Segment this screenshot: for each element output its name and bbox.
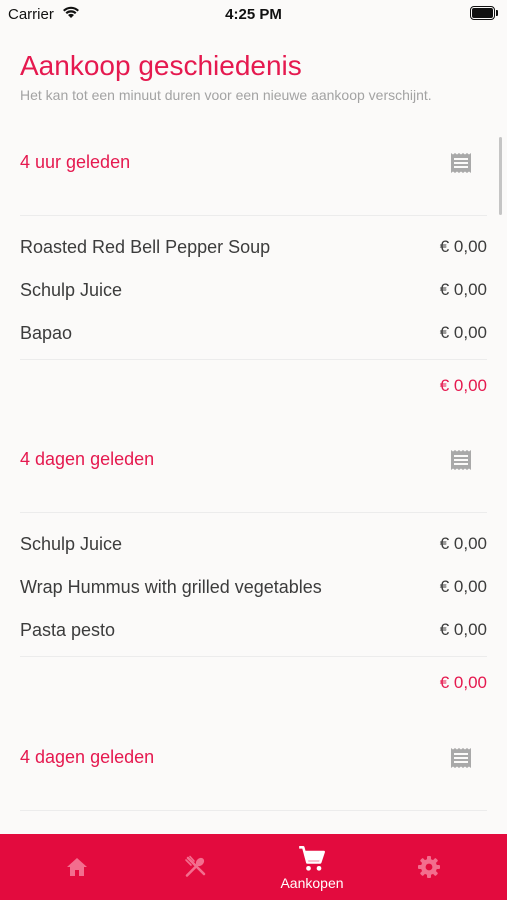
status-bar: Carrier 4:25 PM (0, 0, 507, 28)
purchase-date: 4 dagen geleden (20, 747, 155, 767)
receipt-icon[interactable] (449, 448, 473, 472)
item-name: Pasta pesto (20, 620, 116, 640)
utensils-icon (185, 855, 206, 877)
item-price: € 0,00 (439, 280, 487, 299)
item-price: € 0,00 (439, 323, 487, 342)
cart-icon (299, 846, 325, 871)
total-price: € 0,00 (439, 673, 487, 692)
scroll-indicator[interactable] (499, 137, 502, 215)
item-name: Wrap Hummus with grilled vegetables (20, 577, 322, 597)
purchase-date: 4 dagen geleden (20, 449, 155, 469)
purchase-total-row: € 0,00 (20, 656, 487, 709)
purchase-item-row: Schulp Juice € 0,00 (20, 267, 487, 310)
receipt-icon[interactable] (449, 746, 473, 770)
tab-aankopen[interactable]: Aankopen (249, 834, 375, 900)
purchase-date: 4 uur geleden (20, 152, 131, 172)
purchase-item-row: Bapao € 0,00 (20, 310, 487, 353)
page-title: Aankoop geschiedenis (20, 50, 302, 81)
gear-icon (418, 856, 440, 878)
purchase-group-header: 4 dagen geleden (20, 436, 487, 513)
receipt-icon[interactable] (449, 151, 473, 175)
tab-menu[interactable] (132, 834, 258, 900)
total-price: € 0,00 (439, 376, 487, 395)
item-price: € 0,00 (439, 620, 487, 639)
purchase-total-row: € 0,00 (20, 359, 487, 412)
item-price: € 0,00 (439, 577, 487, 596)
item-name: Schulp Juice (20, 534, 123, 554)
purchase-group-header: 4 uur geleden (20, 139, 487, 216)
purchase-item-row: Pasta pesto € 0,00 (20, 607, 487, 650)
purchase-group-header: 4 dagen geleden (20, 734, 487, 811)
purchase-item-row: Wrap Hummus with grilled vegetables € 0,… (20, 564, 487, 607)
purchase-item-row: Roasted Red Bell Pepper Soup € 0,00 (20, 224, 487, 267)
item-price: € 0,00 (439, 237, 487, 256)
item-name: Bapao (20, 323, 73, 343)
page-subtitle: Het kan tot een minuut duren voor een ni… (20, 87, 432, 103)
clock: 4:25 PM (225, 6, 282, 23)
purchase-item-row: Schulp Juice € 0,00 (20, 521, 487, 564)
battery-icon (470, 6, 499, 20)
item-name: Schulp Juice (20, 280, 123, 300)
tab-home[interactable] (14, 834, 140, 900)
tab-label: Aankopen (280, 875, 344, 891)
tab-settings[interactable] (366, 834, 492, 900)
home-icon (67, 858, 87, 876)
item-price: € 0,00 (439, 534, 487, 553)
tab-bar: Aankopen (0, 834, 507, 900)
item-name: Roasted Red Bell Pepper Soup (20, 237, 271, 257)
